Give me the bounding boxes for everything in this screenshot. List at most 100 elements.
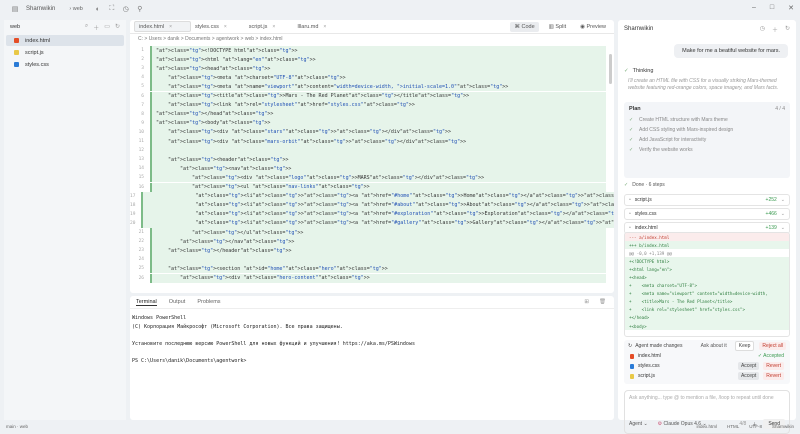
new-chat-icon[interactable]: ＋ bbox=[772, 25, 778, 34]
code-line: 10 "at" >class= "tg" ><div "at" >class= "stars… bbox=[130, 127, 606, 137]
theme-icon[interactable]: ◐ bbox=[93, 4, 103, 14]
view-preview-button[interactable]: ◉ Preview bbox=[576, 22, 610, 32]
minimize-icon[interactable]: – bbox=[752, 4, 756, 12]
check-icon: ✓ bbox=[624, 182, 629, 188]
check-icon: ✓ bbox=[629, 147, 634, 153]
new-folder-icon[interactable]: ▭ bbox=[104, 23, 110, 32]
line-number: 3 bbox=[141, 66, 144, 72]
terminal-tabs: Terminal Output Problems ⊞ 🗑 bbox=[130, 296, 614, 309]
close-icon[interactable]: × bbox=[224, 24, 227, 30]
ask-about-button[interactable]: Ask about it bbox=[701, 343, 727, 349]
keep-button[interactable]: Keep bbox=[734, 340, 755, 351]
code-line: 6 "at" >class= "tg" ><title "at" >class= "tg" >>… bbox=[130, 91, 606, 101]
maximize-icon[interactable]: □ bbox=[770, 4, 774, 12]
terminal-output[interactable]: Windows PowerShell (C) Корпорация Майкрос… bbox=[130, 309, 614, 366]
editor-tab[interactable]: Illaru.md × bbox=[293, 20, 344, 34]
refresh-icon[interactable]: ↻ bbox=[115, 23, 120, 32]
terminal-tab[interactable]: Problems bbox=[197, 299, 220, 305]
code-line: 23 "at" >class= "tg" ></header "at" >class= "tg… bbox=[130, 246, 606, 256]
breadcrumb: C: > Users > danik > Documents > agentwo… bbox=[138, 36, 283, 42]
editor-tab[interactable]: script.js × bbox=[245, 20, 294, 34]
terminal-tab[interactable]: Output bbox=[169, 299, 186, 305]
plan-step-label: Add CSS styling with Mars-inspired desig… bbox=[639, 127, 734, 133]
line-number: 21 bbox=[138, 230, 144, 236]
terminal-tab[interactable]: Terminal bbox=[136, 299, 157, 306]
diff-line: + <meta charset="UTF-8"> bbox=[625, 281, 789, 290]
sidebar-toggle-icon[interactable]: ▤ bbox=[10, 4, 20, 14]
extensions-icon[interactable]: ⚲ bbox=[135, 4, 145, 14]
tab-label: styles.css bbox=[195, 23, 219, 30]
reject-all-button[interactable]: Reject all bbox=[759, 341, 786, 350]
chevron-down-icon[interactable]: ⌄ bbox=[781, 211, 785, 217]
accept-button[interactable]: Accept bbox=[737, 362, 760, 370]
history-icon[interactable]: ◷ bbox=[760, 25, 765, 34]
file-name: script.js bbox=[25, 49, 44, 56]
diff-line: +<head> bbox=[625, 273, 789, 282]
line-content: "at" >class= "tg" ></header "at" >class= "tg" >… bbox=[150, 246, 606, 256]
line-number: 26 bbox=[138, 275, 144, 281]
close-icon[interactable]: ✕ bbox=[788, 4, 794, 12]
terminal-panel: Terminal Output Problems ⊞ 🗑 Windows PowerSh… bbox=[130, 296, 614, 420]
refresh-icon[interactable]: ↻ bbox=[785, 25, 790, 34]
branch-status[interactable]: main · web bbox=[6, 424, 28, 429]
status-item[interactable]: UTF-8 bbox=[749, 424, 762, 429]
plan-step: ✓ Create HTML structure with Mars theme bbox=[629, 115, 785, 125]
search-icon[interactable]: ⌕ bbox=[85, 23, 88, 32]
file-type-icon bbox=[630, 363, 634, 369]
diff-line: + <meta name="viewport" content="width=d… bbox=[625, 289, 789, 298]
split-terminal-icon[interactable]: ⊞ bbox=[584, 299, 589, 305]
plan-title: Plan bbox=[629, 106, 641, 112]
editor-tab[interactable]: styles.css × bbox=[191, 20, 245, 34]
file-item[interactable]: script.js bbox=[6, 47, 124, 58]
done-summary[interactable]: ✓ Done · 6 steps bbox=[624, 182, 665, 188]
trash-icon[interactable]: 🗑 bbox=[599, 299, 606, 305]
status-item[interactable]: HTML bbox=[727, 424, 739, 429]
line-content: "at" >class= "tg" ><header "at" >class= "tg" >> bbox=[150, 155, 606, 165]
line-number: 12 bbox=[138, 148, 144, 154]
chat-input-placeholder[interactable]: Ask anything... type @ to mention a file… bbox=[625, 391, 789, 406]
agent-chat-panel: Sharnwikin ◷ ＋ ↻ Make for me a beatiful … bbox=[618, 20, 796, 434]
line-content: "at" >class= "tg" ><meta "at" >name= "viewpor… bbox=[150, 82, 606, 92]
status-item[interactable]: index.html bbox=[696, 424, 717, 429]
close-icon[interactable]: × bbox=[169, 24, 172, 30]
changed-file-card[interactable]: ▫ styles.css +466 ⌄ bbox=[624, 208, 790, 220]
diff-viewer: --- a/index.html +++ b/index.html @@ -0,0 … bbox=[624, 232, 790, 337]
thinking-text: I'll create an HTML file with CSS for a … bbox=[628, 78, 779, 91]
editor-tab[interactable]: index.html × bbox=[134, 21, 191, 32]
history-icon[interactable]: ◷ bbox=[121, 4, 131, 14]
code-line: 12 bbox=[130, 146, 606, 156]
check-icon: ✓ bbox=[629, 127, 634, 133]
plan-step: ✓ Add JavaScript for interactivity bbox=[629, 135, 785, 145]
revert-button[interactable]: Revert bbox=[763, 362, 784, 370]
view-split-button[interactable]: ▥ Split bbox=[545, 22, 570, 32]
plan-step-label: Create HTML structure with Mars theme bbox=[639, 117, 728, 123]
code-area[interactable]: 1 "at" >class= "tg" ><!DOCTYPE html "at" >clas… bbox=[130, 44, 614, 285]
line-number: 20 bbox=[130, 220, 136, 226]
line-content: "at" >class= "tg" ><nav "at" >class= "tg" >> bbox=[150, 164, 606, 174]
file-name: index.html bbox=[25, 37, 51, 44]
changed-file-card[interactable]: ▫ script.js +252 ⌄ bbox=[624, 194, 790, 206]
status-item[interactable]: Sharnwikin bbox=[772, 424, 794, 429]
chevron-down-icon[interactable]: ⌄ bbox=[781, 197, 785, 203]
line-number: 22 bbox=[138, 239, 144, 245]
accept-button[interactable]: Accept bbox=[737, 372, 760, 380]
plan-count: 4 / 4 bbox=[775, 106, 785, 112]
new-file-icon[interactable]: ＋ bbox=[93, 23, 99, 32]
code-line: 21 "at" >class= "tg" ></ul "at" >class= "tg" >> bbox=[130, 228, 606, 238]
editor-scrollbar[interactable] bbox=[609, 54, 612, 84]
thinking-block[interactable]: ✓ Thinking I'll create an HTML file with … bbox=[624, 68, 789, 92]
change-row: styles.css Accept Revert bbox=[624, 361, 790, 371]
workspace-crumb[interactable]: › web bbox=[69, 6, 82, 12]
file-item[interactable]: index.html bbox=[6, 35, 124, 46]
file-item[interactable]: styles.css bbox=[6, 59, 124, 70]
expand-icon[interactable]: ⛶ bbox=[107, 4, 117, 14]
diff-count: +466 bbox=[765, 211, 777, 217]
close-icon[interactable]: × bbox=[323, 24, 326, 30]
close-icon[interactable]: × bbox=[272, 24, 275, 30]
file-type-icon bbox=[14, 62, 19, 67]
view-code-button[interactable]: ⌘ Code bbox=[510, 21, 539, 32]
line-number: 7 bbox=[141, 102, 144, 108]
chevron-down-icon[interactable]: ⌄ bbox=[781, 225, 785, 231]
line-number: 23 bbox=[138, 248, 144, 254]
revert-button[interactable]: Revert bbox=[763, 372, 784, 380]
